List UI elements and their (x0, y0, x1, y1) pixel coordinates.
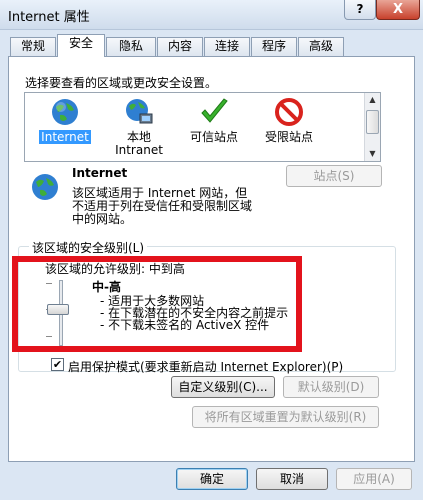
checkmark-icon (201, 98, 228, 123)
zone-trusted-sites[interactable]: 可信站点 (178, 93, 250, 161)
globe-icon (32, 174, 58, 200)
window-title: Internet 属性 (8, 10, 90, 25)
apply-button[interactable]: 应用(A) (336, 468, 412, 490)
zones-list: Internet 本地 Intranet 可信站点 受限站点 ▲ ▼ (24, 92, 381, 162)
custom-level-button[interactable]: 自定义级别(C)... (171, 376, 275, 398)
zone-internet[interactable]: Internet (29, 93, 101, 161)
tab-general[interactable]: 常规 (10, 37, 56, 56)
zone-restricted-sites[interactable]: 受限站点 (253, 93, 325, 161)
protected-mode-label: 启用保护模式(要求重新启动 Internet Explorer)(P) (68, 360, 344, 374)
restricted-icon (275, 98, 303, 126)
scroll-thumb[interactable] (366, 110, 379, 134)
zone-info-desc-line3: 中的网站。 (72, 212, 133, 226)
network-globe-icon (126, 99, 153, 124)
choose-zone-label: 选择要查看的区域或更改安全设置。 (25, 76, 218, 90)
cancel-button[interactable]: 取消 (256, 468, 328, 490)
zones-scrollbar[interactable]: ▲ ▼ (364, 93, 380, 161)
zone-label: 受限站点 (264, 130, 313, 144)
reset-all-zones-button[interactable]: 将所有区域重置为默认级别(R) (192, 406, 379, 428)
default-level-button[interactable]: 默认级别(D) (283, 376, 379, 398)
globe-icon (52, 99, 78, 125)
zone-label: 可信站点 (189, 130, 238, 144)
tab-security[interactable]: 安全 (57, 34, 105, 57)
zone-info-title: Internet (72, 166, 128, 180)
title-bar: Internet 属性 ? X (0, 0, 423, 30)
sites-button[interactable]: 站点(S) (286, 165, 382, 187)
close-button[interactable]: X (376, 0, 420, 20)
protected-mode-checkbox[interactable]: ✔ (51, 358, 64, 371)
tab-privacy[interactable]: 隐私 (106, 37, 156, 56)
tab-advanced[interactable]: 高级 (298, 37, 344, 56)
scroll-down-icon[interactable]: ▼ (365, 147, 380, 161)
zone-local-intranet[interactable]: 本地 Intranet (103, 93, 175, 161)
annotation-highlight-box (12, 256, 302, 352)
tab-connections[interactable]: 连接 (204, 37, 250, 56)
zone-label: Internet (39, 130, 91, 144)
zone-sublabel: Intranet (115, 143, 163, 157)
help-button[interactable]: ? (344, 0, 376, 20)
security-level-group-label: 该区域的安全级别(L) (29, 239, 148, 256)
tab-content[interactable]: 内容 (157, 37, 203, 56)
tab-programs[interactable]: 程序 (251, 37, 297, 56)
scroll-up-icon[interactable]: ▲ (365, 93, 380, 107)
ok-button[interactable]: 确定 (176, 468, 248, 490)
